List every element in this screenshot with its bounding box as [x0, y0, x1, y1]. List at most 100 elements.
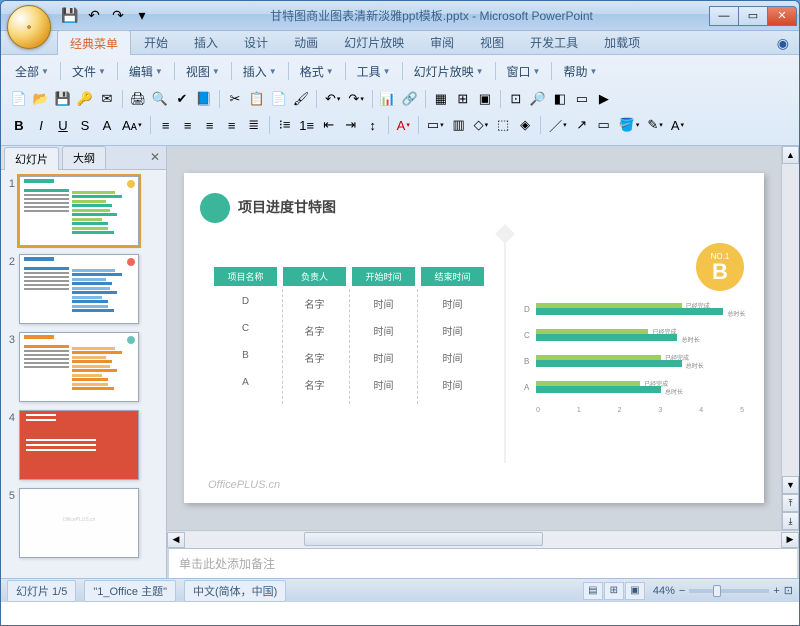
tab-design[interactable]: 设计 — [231, 29, 281, 54]
fontcolor-icon[interactable]: A▾ — [394, 115, 413, 135]
close-button[interactable]: ✕ — [767, 6, 797, 26]
help-icon[interactable]: ◉ — [777, 35, 789, 52]
rect-icon[interactable]: ▭ — [594, 115, 614, 135]
slide-thumbnail[interactable] — [19, 176, 139, 246]
status-language[interactable]: 中文(简体，中国) — [184, 580, 286, 602]
permission-icon[interactable]: 🔑 — [75, 89, 95, 109]
view-sorter-icon[interactable]: ⊞ — [604, 582, 624, 600]
zoom-fit-icon[interactable]: ⊡ — [784, 584, 793, 597]
linecolor-icon[interactable]: ✎▾ — [644, 115, 665, 135]
fontsize-icon[interactable]: Aᴀ▾ — [119, 115, 145, 135]
scroll-right-icon[interactable]: ▶ — [781, 532, 799, 548]
color-icon[interactable]: ◧ — [550, 89, 570, 109]
maximize-button[interactable]: ▭ — [738, 6, 768, 26]
zoom-out-icon[interactable]: − — [679, 585, 685, 597]
tab-slideshow[interactable]: 幻灯片放映 — [331, 29, 417, 54]
undo-icon[interactable]: ↶▾ — [322, 89, 343, 109]
table-icon[interactable]: ▦ — [431, 89, 451, 109]
print-icon[interactable]: 🖨 — [128, 89, 148, 109]
bullets-icon[interactable]: ⁝≡ — [275, 115, 295, 135]
slide-thumbnail[interactable]: OfficePLUS.cn — [19, 488, 139, 558]
redo-icon[interactable]: ↷▾ — [345, 89, 366, 109]
new-icon[interactable]: 📄 — [9, 89, 29, 109]
bold-icon[interactable]: B — [9, 115, 29, 135]
macro-icon[interactable]: ▶ — [594, 89, 614, 109]
view-slideshow-icon[interactable]: ▣ — [625, 582, 645, 600]
qat-customize[interactable]: ▾ — [131, 5, 153, 27]
align-center-icon[interactable]: ≡ — [178, 115, 198, 135]
notes-pane[interactable]: 单击此处添加备注 — [169, 548, 797, 578]
tab-animations[interactable]: 动画 — [281, 29, 331, 54]
numbering-icon[interactable]: 1≡ — [297, 115, 317, 135]
next-slide-icon[interactable]: ⤓ — [782, 512, 799, 530]
zoom-control[interactable]: 44% − + ⊡ — [653, 584, 793, 597]
tab-addins[interactable]: 加载项 — [591, 29, 653, 54]
menu-tools[interactable]: 工具▼ — [351, 61, 397, 82]
textcolor-icon[interactable]: A▾ — [668, 115, 687, 135]
chart-icon[interactable]: 📊 — [378, 89, 398, 109]
menu-help[interactable]: 帮助▼ — [557, 61, 603, 82]
menu-format[interactable]: 格式▼ — [294, 61, 340, 82]
italic-icon[interactable]: I — [31, 115, 51, 135]
slide-thumbnail[interactable] — [19, 332, 139, 402]
spellcheck-icon[interactable]: ✔ — [172, 89, 192, 109]
horizontal-scrollbar[interactable]: ◀ ▶ — [167, 530, 799, 548]
cut-icon[interactable]: ✂ — [225, 89, 245, 109]
qat-save[interactable]: 💾 — [59, 5, 81, 27]
tab-classic-menu[interactable]: 经典菜单 — [57, 30, 131, 55]
distribute-icon[interactable]: ≣ — [244, 115, 264, 135]
menu-edit[interactable]: 编辑▼ — [123, 61, 169, 82]
tab-insert[interactable]: 插入 — [181, 29, 231, 54]
menu-window[interactable]: 窗口▼ — [501, 61, 547, 82]
arrow-icon[interactable]: ↗ — [572, 115, 592, 135]
menu-slideshow[interactable]: 幻灯片放映▼ — [408, 61, 490, 82]
minimize-button[interactable]: — — [709, 6, 739, 26]
align-justify-icon[interactable]: ≡ — [222, 115, 242, 135]
tables-icon[interactable]: ⊞ — [453, 89, 473, 109]
grid-icon[interactable]: ⊡ — [506, 89, 526, 109]
tab-review[interactable]: 审阅 — [417, 29, 467, 54]
zoom-in-icon[interactable]: + — [773, 585, 779, 597]
layout-icon[interactable]: ▥ — [449, 115, 469, 135]
shapes-icon[interactable]: ◇▾ — [471, 115, 492, 135]
arrange-icon[interactable]: ⬚ — [493, 115, 513, 135]
qat-redo[interactable]: ↷ — [107, 5, 129, 27]
panel-tab-slides[interactable]: 幻灯片 — [4, 147, 59, 170]
object-icon[interactable]: ▣ — [475, 89, 495, 109]
zoom-slider[interactable] — [689, 589, 769, 593]
panel-close-icon[interactable]: ✕ — [150, 150, 160, 164]
zoom-icon[interactable]: 🔎 — [528, 89, 548, 109]
indent-dec-icon[interactable]: ⇤ — [319, 115, 339, 135]
format-painter-icon[interactable]: 🖌 — [291, 89, 311, 109]
fillcolor-icon[interactable]: 🪣▾ — [616, 115, 643, 135]
quickstyle-icon[interactable]: ◈ — [515, 115, 535, 135]
scroll-up-icon[interactable]: ▲ — [782, 146, 799, 164]
menu-file[interactable]: 文件▼ — [66, 61, 112, 82]
save-icon[interactable]: 💾 — [53, 89, 73, 109]
email-icon[interactable]: ✉ — [97, 89, 117, 109]
line-icon[interactable]: ／▾ — [546, 115, 570, 135]
underline-icon[interactable]: U — [53, 115, 73, 135]
newslide-icon[interactable]: ▭▾ — [424, 115, 447, 135]
slide-canvas[interactable]: 项目进度甘特图 NO.1 B 项目名称负责人开始时间结束时间 D名字时间时间C名… — [184, 173, 764, 503]
tab-developer[interactable]: 开发工具 — [517, 29, 591, 54]
align-right-icon[interactable]: ≡ — [200, 115, 220, 135]
tab-home[interactable]: 开始 — [131, 29, 181, 54]
panel-tab-outline[interactable]: 大纲 — [62, 146, 106, 169]
slide-thumbnail[interactable] — [19, 254, 139, 324]
strike-icon[interactable]: S — [75, 115, 95, 135]
slide-thumbnail[interactable] — [19, 410, 139, 480]
open-icon[interactable]: 📂 — [31, 89, 51, 109]
menu-view[interactable]: 视图▼ — [180, 61, 226, 82]
linespace-icon[interactable]: ↕ — [363, 115, 383, 135]
copy-icon[interactable]: 📋 — [247, 89, 267, 109]
menu-all[interactable]: 全部▼ — [9, 61, 55, 82]
menu-insert[interactable]: 插入▼ — [237, 61, 283, 82]
scroll-left-icon[interactable]: ◀ — [167, 532, 185, 548]
preview-icon[interactable]: 🔍 — [150, 89, 170, 109]
research-icon[interactable]: 📘 — [194, 89, 214, 109]
qat-undo[interactable]: ↶ — [83, 5, 105, 27]
view-normal-icon[interactable]: ▤ — [583, 582, 603, 600]
prev-slide-icon[interactable]: ⤒ — [782, 494, 799, 512]
office-button[interactable]: ⚬ — [7, 5, 51, 49]
